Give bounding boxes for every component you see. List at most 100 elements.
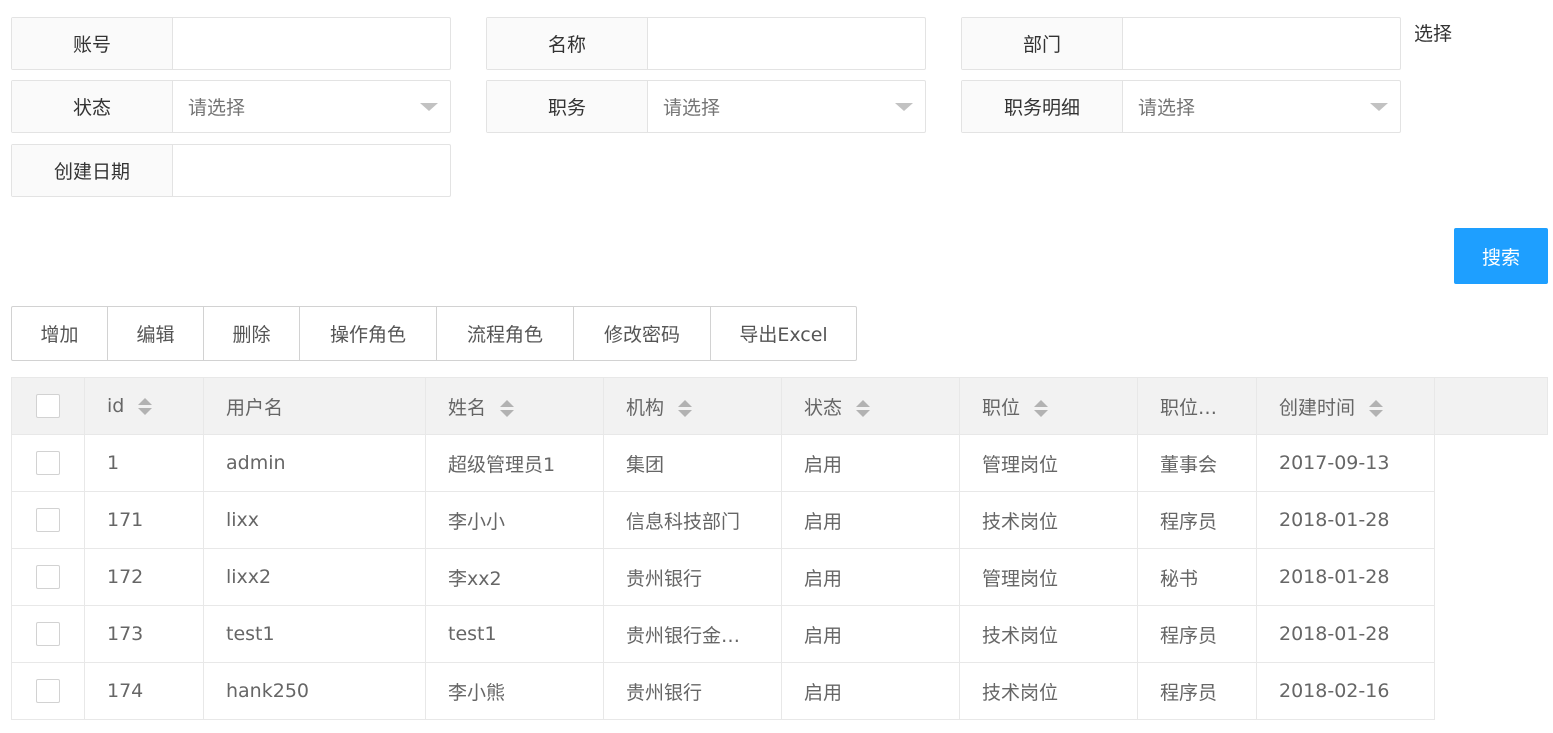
cell-org: 集团 <box>603 434 782 492</box>
operation-role-button[interactable]: 操作角色 <box>300 307 437 360</box>
cell-status: 启用 <box>781 548 960 606</box>
row-checkbox[interactable] <box>36 565 60 589</box>
column-header-label: 状态 <box>804 396 843 419</box>
flow-role-button[interactable]: 流程角色 <box>437 307 574 360</box>
cell-post-detail: 秘书 <box>1137 548 1257 606</box>
cell-status: 启用 <box>781 662 960 720</box>
cell-username: hank250 <box>203 662 426 720</box>
cell-fullname: test1 <box>425 605 604 663</box>
name-filter: 名称 <box>486 17 926 70</box>
position-detail-select[interactable]: 请选择 <box>1123 81 1400 132</box>
status-label: 状态 <box>12 81 173 132</box>
cell-org: 贵州银行 <box>603 662 782 720</box>
cell-id: 174 <box>84 662 204 720</box>
change-password-button[interactable]: 修改密码 <box>574 307 711 360</box>
created-date-input[interactable] <box>173 145 450 196</box>
cell-post: 技术岗位 <box>959 662 1138 720</box>
cell-fullname: 超级管理员1 <box>425 434 604 492</box>
table-row[interactable]: 173 test1 test1 贵州银行金… 启用 技术岗位 程序员 2018-… <box>11 605 1548 663</box>
row-checkbox[interactable] <box>36 622 60 646</box>
column-header-id[interactable]: id <box>84 377 204 435</box>
column-header-post-detail: 职位… <box>1137 377 1257 435</box>
column-header-label: 用户名 <box>226 396 284 419</box>
department-input[interactable] <box>1123 18 1400 69</box>
sort-icon[interactable] <box>138 398 153 415</box>
column-header-org[interactable]: 机构 <box>603 377 782 435</box>
header-filler <box>1434 377 1548 435</box>
cell-id: 171 <box>84 491 204 549</box>
edit-button[interactable]: 编辑 <box>108 307 204 360</box>
cell-created: 2017-09-13 <box>1256 434 1435 492</box>
cell-post: 管理岗位 <box>959 434 1138 492</box>
column-header-created[interactable]: 创建时间 <box>1256 377 1435 435</box>
chevron-down-icon <box>1370 103 1388 111</box>
column-header-username: 用户名 <box>203 377 426 435</box>
position-detail-placeholder: 请选择 <box>1138 97 1196 119</box>
chevron-down-icon <box>895 103 913 111</box>
select-all-header <box>11 377 85 435</box>
cell-post-detail: 董事会 <box>1137 434 1257 492</box>
name-input[interactable] <box>648 18 925 69</box>
column-header-label: 创建时间 <box>1279 396 1356 419</box>
row-filler <box>1434 491 1548 549</box>
table-row[interactable]: 172 lixx2 李xx2 贵州银行 启用 管理岗位 秘书 2018-01-2… <box>11 548 1548 606</box>
sort-icon[interactable] <box>500 399 515 417</box>
cell-org: 贵州银行 <box>603 548 782 606</box>
department-filter: 部门 <box>961 17 1401 70</box>
cell-fullname: 李小熊 <box>425 662 604 720</box>
department-select-link[interactable]: 选择 <box>1414 19 1452 46</box>
position-select[interactable]: 请选择 <box>648 81 925 132</box>
column-header-label: 机构 <box>626 396 665 419</box>
row-checkbox-cell <box>11 605 85 663</box>
account-input[interactable] <box>173 18 450 69</box>
column-header-post[interactable]: 职位 <box>959 377 1138 435</box>
cell-fullname: 李小小 <box>425 491 604 549</box>
position-filter: 职务 请选择 <box>486 80 926 133</box>
cell-post: 技术岗位 <box>959 491 1138 549</box>
cell-org: 信息科技部门 <box>603 491 782 549</box>
sort-icon[interactable] <box>1034 399 1049 417</box>
cell-status: 启用 <box>781 491 960 549</box>
cell-post-detail: 程序员 <box>1137 491 1257 549</box>
add-button[interactable]: 增加 <box>12 307 108 360</box>
sort-icon[interactable] <box>678 399 693 417</box>
sort-icon[interactable] <box>856 399 871 417</box>
search-button[interactable]: 搜索 <box>1454 228 1548 284</box>
position-detail-label: 职务明细 <box>962 81 1123 132</box>
row-checkbox[interactable] <box>36 508 60 532</box>
row-filler <box>1434 434 1548 492</box>
column-header-label: 姓名 <box>448 396 487 419</box>
table-row[interactable]: 1 admin 超级管理员1 集团 启用 管理岗位 董事会 2017-09-13 <box>11 434 1548 492</box>
row-checkbox-cell <box>11 662 85 720</box>
user-table: id 用户名 姓名 机构 状态 职位 职位… 创建时间 1 admin 超级管理… <box>11 377 1548 720</box>
created-date-filter: 创建日期 <box>11 144 451 197</box>
row-filler <box>1434 605 1548 663</box>
cell-post: 技术岗位 <box>959 605 1138 663</box>
cell-status: 启用 <box>781 434 960 492</box>
row-checkbox[interactable] <box>36 451 60 475</box>
row-filler <box>1434 662 1548 720</box>
department-label: 部门 <box>962 18 1123 69</box>
status-select[interactable]: 请选择 <box>173 81 450 132</box>
cell-id: 1 <box>84 434 204 492</box>
export-excel-button[interactable]: 导出Excel <box>711 307 856 360</box>
cell-fullname: 李xx2 <box>425 548 604 606</box>
name-label: 名称 <box>487 18 648 69</box>
table-row[interactable]: 174 hank250 李小熊 贵州银行 启用 技术岗位 程序员 2018-02… <box>11 662 1548 720</box>
cell-post-detail: 程序员 <box>1137 662 1257 720</box>
created-date-label: 创建日期 <box>12 145 173 196</box>
row-checkbox[interactable] <box>36 679 60 703</box>
select-all-checkbox[interactable] <box>36 394 60 418</box>
position-detail-filter: 职务明细 请选择 <box>961 80 1401 133</box>
account-filter: 账号 <box>11 17 451 70</box>
table-header-row: id 用户名 姓名 机构 状态 职位 职位… 创建时间 <box>11 377 1548 435</box>
table-row[interactable]: 171 lixx 李小小 信息科技部门 启用 技术岗位 程序员 2018-01-… <box>11 491 1548 549</box>
cell-id: 173 <box>84 605 204 663</box>
column-header-status[interactable]: 状态 <box>781 377 960 435</box>
cell-created: 2018-01-28 <box>1256 548 1435 606</box>
sort-icon[interactable] <box>1369 399 1384 417</box>
column-header-fullname[interactable]: 姓名 <box>425 377 604 435</box>
column-header-label: 职位… <box>1160 396 1218 419</box>
delete-button[interactable]: 删除 <box>204 307 300 360</box>
row-checkbox-cell <box>11 491 85 549</box>
